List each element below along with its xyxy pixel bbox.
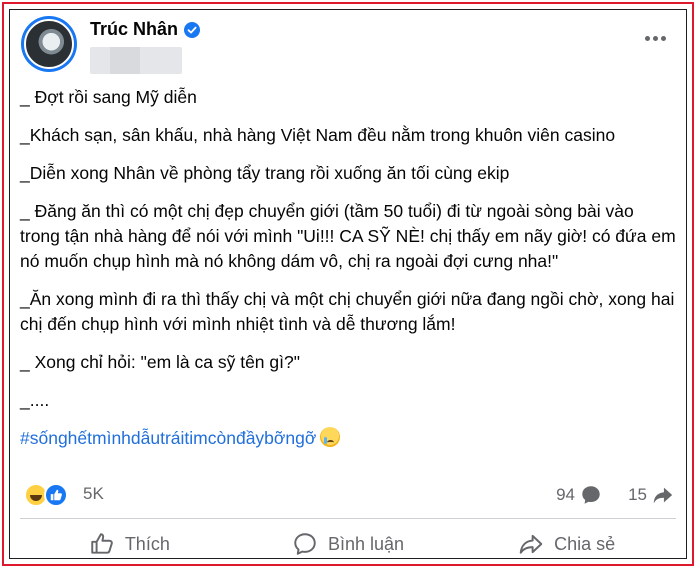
post-paragraph: _ Đợt rồi sang Mỹ diễn: [20, 87, 197, 107]
crying-face-icon: [320, 427, 341, 447]
hashtag-link[interactable]: #sốnghếtmìnhdẫutráitimcònđầybỡngỡ: [20, 428, 316, 448]
more-options-icon[interactable]: [639, 30, 672, 47]
post-paragraph: _Diễn xong Nhân về phòng tẩy trang rồi x…: [20, 163, 510, 183]
like-button[interactable]: Thích: [20, 524, 239, 564]
share-arrow-icon: [653, 487, 673, 504]
post-paragraph: _ Xong chỉ hỏi: "em là ca sỹ tên gì?": [20, 352, 300, 372]
post-paragraph: _Ăn xong mình đi ra thì thấy chị và một …: [20, 289, 680, 334]
post-meta-blurred: [90, 47, 182, 74]
screenshot-frame: Trúc Nhân _ Đợt rồi sang Mỹ diễn _Khách …: [2, 2, 694, 566]
comment-count-value: 94: [556, 485, 575, 504]
comment-button[interactable]: Bình luận: [239, 524, 458, 564]
hashtag-line: #sốnghếtmìnhdẫutráitimcònđầybỡngỡ: [20, 426, 676, 451]
post-text: _ Đợt rồi sang Mỹ diễn _Khách sạn, sân k…: [20, 85, 676, 464]
thumbs-up-icon: [91, 533, 113, 554]
share-label: Chia sẻ: [554, 533, 616, 554]
comment-count[interactable]: 94: [556, 484, 602, 506]
avatar-image: [24, 19, 74, 69]
reactions-bar: 5K 94 15: [20, 480, 676, 510]
share-count-value: 15: [628, 485, 647, 504]
reaction-count[interactable]: 5K: [83, 484, 104, 504]
action-bar: Thích Bình luận Chia sẻ: [20, 524, 676, 564]
avatar[interactable]: [21, 16, 77, 72]
verified-badge-icon: [184, 21, 201, 38]
post-card: Trúc Nhân _ Đợt rồi sang Mỹ diễn _Khách …: [9, 9, 687, 559]
divider: [20, 518, 676, 519]
post-paragraph: _ Đăng ăn thì có một chị đẹp chuyển giới…: [20, 201, 681, 271]
comment-label: Bình luận: [327, 533, 405, 554]
like-reaction-icon: [44, 483, 68, 507]
author-row: Trúc Nhân: [90, 19, 201, 40]
comment-bubble-icon: [582, 486, 600, 504]
reaction-icons[interactable]: [24, 483, 74, 507]
share-icon: [519, 534, 543, 554]
comment-icon: [294, 533, 316, 555]
like-label: Thích: [124, 533, 170, 554]
share-count[interactable]: 15: [628, 484, 674, 506]
post-paragraph: _Khách sạn, sân khấu, nhà hàng Việt Nam …: [20, 125, 616, 145]
author-name[interactable]: Trúc Nhân: [90, 19, 178, 40]
share-button[interactable]: Chia sẻ: [457, 524, 676, 564]
post-paragraph: _....: [20, 390, 50, 410]
